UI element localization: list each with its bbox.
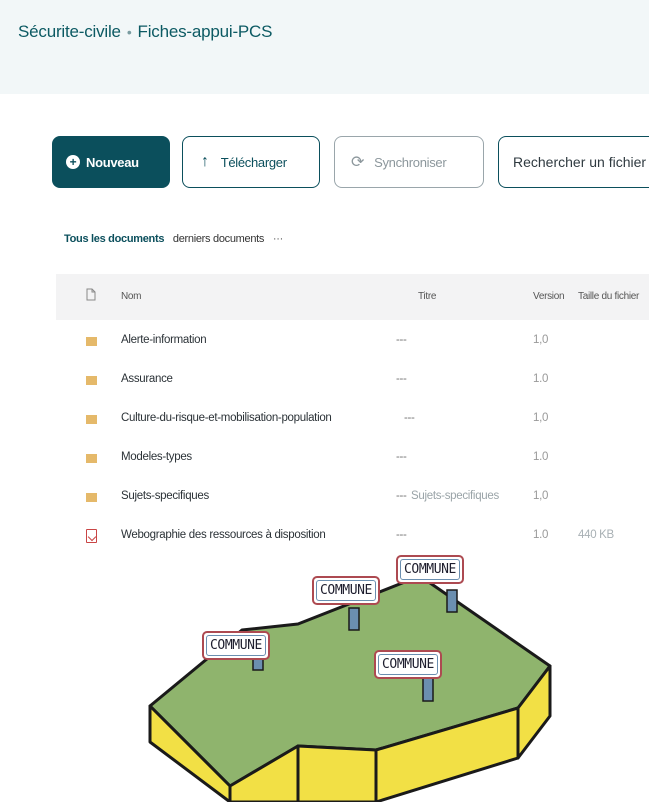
sync-button[interactable]: ⟳ Synchroniser (334, 136, 484, 188)
pdf-file-icon (86, 529, 97, 543)
item-dash: --- (396, 490, 407, 502)
search-box[interactable] (498, 136, 649, 188)
new-button-label: Nouveau (86, 154, 139, 170)
new-button[interactable]: + Nouveau (52, 136, 170, 188)
table-row[interactable]: Culture-du-risque-et-mobilisation-popula… (56, 400, 649, 440)
upload-arrow-icon: ↑ (201, 153, 209, 170)
commune-sign: COMMUNE (374, 650, 442, 679)
view-recent-documents-tab[interactable]: derniers documents (173, 233, 265, 245)
item-name[interactable]: Alerte-information (121, 334, 207, 346)
commune-sign-label: COMMUNE (316, 580, 376, 601)
item-version: 1.0 (533, 451, 549, 463)
item-name[interactable]: Sujets-specifiques (121, 490, 209, 502)
item-version: 1,0 (533, 334, 549, 346)
column-version[interactable]: Version (533, 291, 565, 302)
breadcrumb-library-link[interactable]: Fiches-appui-PCS (138, 22, 273, 41)
sync-button-label: Synchroniser (374, 154, 447, 170)
breadcrumb: Sécurite-civile • Fiches-appui-PCS (18, 22, 272, 42)
table-header: Nom Titre Version Taille du fichier (56, 274, 649, 320)
table-row[interactable]: Modeles-types --- 1.0 (56, 439, 649, 479)
item-name[interactable]: Assurance (121, 373, 173, 385)
column-title[interactable]: Titre (418, 291, 436, 302)
more-views-button[interactable]: ··· (273, 233, 283, 245)
breadcrumb-site-link[interactable]: Sécurite-civile (18, 22, 121, 41)
document-library: + Nouveau ↑ Télécharger ⟳ Synchroniser T… (18, 94, 649, 600)
view-tabs: Tous les documents derniers documents ··… (64, 233, 289, 245)
item-dash: --- (396, 451, 407, 463)
view-all-documents-tab[interactable]: Tous les documents (64, 233, 164, 245)
column-name[interactable]: Nom (121, 291, 142, 302)
folder-icon (86, 337, 97, 346)
table-row[interactable]: Alerte-information --- 1,0 (56, 322, 649, 362)
plus-icon: + (66, 155, 80, 169)
item-size: 440 KB (578, 529, 614, 541)
folder-icon (86, 415, 97, 424)
item-version: 1.0 (533, 373, 549, 385)
item-dash: --- (396, 373, 407, 385)
item-dash: --- (396, 334, 407, 346)
folder-icon (86, 454, 97, 463)
upload-button[interactable]: ↑ Télécharger (182, 136, 320, 188)
item-dash: --- (404, 412, 415, 424)
commune-sign-label: COMMUNE (206, 635, 266, 656)
sync-icon: ⟳ (351, 154, 365, 171)
folder-icon (86, 376, 97, 385)
column-size[interactable]: Taille du fichier (578, 291, 639, 302)
table-row[interactable]: Sujets-specifiques --- Sujets-specifique… (56, 478, 649, 518)
item-name[interactable]: Modeles-types (121, 451, 192, 463)
item-version: 1,0 (533, 490, 549, 502)
item-version: 1,0 (533, 412, 549, 424)
commune-sign-label: COMMUNE (400, 559, 460, 580)
file-type-icon[interactable] (86, 288, 96, 304)
upload-button-label: Télécharger (220, 154, 287, 170)
search-input[interactable] (513, 154, 649, 170)
commune-sign-label: COMMUNE (378, 654, 438, 675)
folder-icon (86, 493, 97, 502)
commune-sign: COMMUNE (396, 555, 464, 584)
item-name[interactable]: Culture-du-risque-et-mobilisation-popula… (121, 412, 332, 424)
commune-sign: COMMUNE (312, 576, 380, 605)
breadcrumb-separator: • (126, 24, 132, 40)
item-title: Sujets-specifiques (411, 490, 499, 502)
site-header: Sécurite-civile • Fiches-appui-PCS (0, 0, 649, 94)
commune-sign: COMMUNE (202, 631, 270, 660)
communes-map-illustration: COMMUNE COMMUNE COMMUNE COMMUNE (130, 540, 560, 807)
table-row[interactable]: Assurance --- 1.0 (56, 361, 649, 401)
